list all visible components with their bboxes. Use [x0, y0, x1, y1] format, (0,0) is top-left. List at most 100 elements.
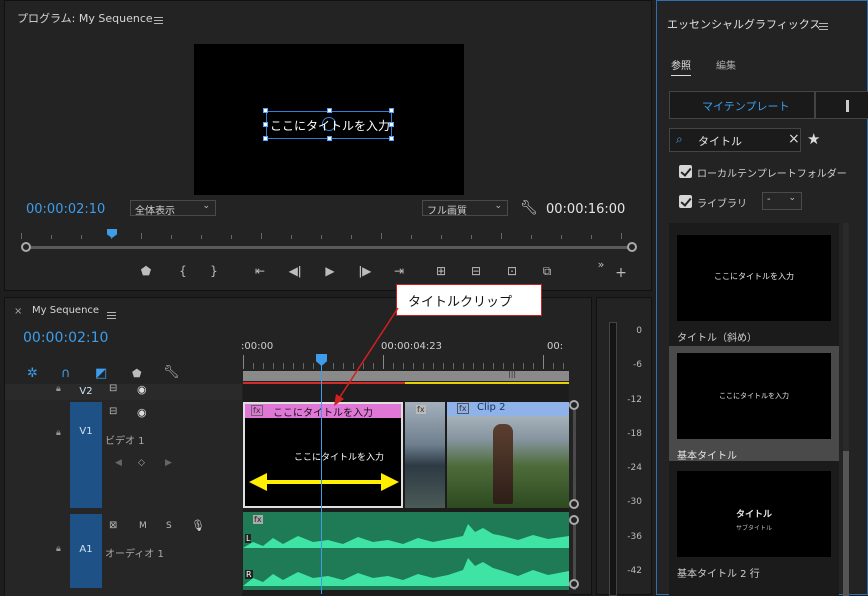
v-scroll-handle-top[interactable]: [569, 400, 579, 410]
clip1-thumbnail[interactable]: fx: [405, 402, 445, 508]
program-timecode[interactable]: 00:00:02:10: [26, 202, 105, 217]
more-controls-icon[interactable]: »: [592, 258, 610, 271]
a1-voiceover-icon[interactable]: 🎙︎: [191, 519, 205, 532]
go-to-out-icon[interactable]: ⇥: [390, 264, 408, 278]
tab-edit[interactable]: 編集: [716, 57, 736, 72]
a1-track-name: オーディオ 1: [105, 549, 164, 560]
favorite-star-icon[interactable]: ★: [807, 130, 820, 148]
step-forward-icon[interactable]: ǀ▶: [356, 264, 374, 278]
a1-mute-output-icon[interactable]: ⊠: [109, 520, 117, 531]
eg-menu-icon[interactable]: [819, 23, 828, 30]
meter-tick: -24: [627, 463, 642, 473]
library-checkbox[interactable]: [679, 195, 692, 208]
work-area-grip-icon[interactable]: |||: [508, 369, 516, 378]
audio-clip[interactable]: fx L R: [243, 512, 569, 590]
add-marker-icon[interactable]: ⬟: [132, 367, 142, 380]
work-area-bar[interactable]: [243, 371, 569, 381]
program-monitor-panel: プログラム: My Sequence ここにタイトルを入力 00:00:02:1…: [4, 0, 652, 291]
a1-mute-button[interactable]: M: [139, 521, 147, 531]
template-label-2[interactable]: 基本タイトル: [677, 447, 737, 462]
bbox-handle-tm[interactable]: [327, 108, 332, 113]
v2-sync-icon[interactable]: ⊟: [109, 383, 117, 394]
play-icon[interactable]: ▶: [321, 264, 339, 278]
search-field[interactable]: ⌕ タイトル ×: [669, 128, 801, 152]
timeline-ruler[interactable]: [243, 355, 569, 369]
template-thumb-2[interactable]: ここにタイトルを入力: [677, 353, 831, 439]
duration-arrow: [249, 473, 399, 491]
mark-out-icon[interactable]: }: [205, 264, 223, 278]
bbox-handle-tl[interactable]: [263, 108, 268, 113]
template-thumb-3[interactable]: タイトル サブタイトル: [677, 471, 831, 557]
timeline-title[interactable]: My Sequence: [32, 305, 99, 316]
fx-badge[interactable]: fx: [416, 405, 426, 414]
track-v2-label[interactable]: V2: [70, 384, 102, 400]
adobe-stock-tab[interactable]: [815, 91, 868, 119]
lock-icon[interactable]: 🔒︎: [56, 544, 61, 554]
add-button-icon[interactable]: +: [612, 265, 630, 281]
quality-select[interactable]: フル画質 ⌄: [422, 200, 508, 217]
zoom-select[interactable]: 全体表示 ⌄: [130, 200, 216, 217]
go-to-in-icon[interactable]: ⇤: [251, 264, 269, 278]
program-scrollbar[interactable]: [27, 246, 633, 249]
keyframe-add-icon[interactable]: ◇: [138, 458, 145, 468]
program-video-frame[interactable]: ここにタイトルを入力: [194, 44, 464, 195]
track-a1-label[interactable]: A1: [70, 514, 102, 588]
program-monitor-title[interactable]: プログラム: My Sequence: [17, 10, 153, 26]
chevron-down-icon: ⌄: [494, 201, 502, 211]
v1-sync-icon[interactable]: ⊟: [109, 406, 117, 417]
a-scroll-handle-bottom[interactable]: [569, 579, 579, 589]
keyframe-next-icon[interactable]: ▶: [165, 458, 172, 468]
snap-icon[interactable]: ∩: [61, 366, 71, 381]
a1-solo-button[interactable]: S: [166, 521, 172, 531]
clear-search-icon[interactable]: ×: [788, 131, 800, 147]
mark-in-icon[interactable]: {: [174, 264, 192, 278]
a-scroll-handle-top[interactable]: [569, 515, 579, 525]
scroll-handle-left[interactable]: [21, 242, 31, 252]
fx-badge[interactable]: fx: [251, 405, 263, 416]
compare-view-icon[interactable]: ⧉: [538, 264, 556, 279]
local-folder-checkbox[interactable]: [679, 165, 692, 178]
my-templates-button[interactable]: マイテンプレート: [669, 91, 815, 119]
clip2[interactable]: fx Clip 2: [447, 402, 569, 508]
linked-selection-icon[interactable]: ◩: [95, 366, 107, 381]
v2-eye-icon[interactable]: ◉: [137, 383, 147, 396]
lock-icon[interactable]: 🔒︎: [56, 428, 61, 438]
meter-bar: [609, 322, 617, 596]
lock-icon[interactable]: 🔒︎: [56, 384, 61, 394]
audio-waveform-l: [243, 524, 569, 548]
local-folder-label: ローカルテンプレートフォルダー: [697, 169, 847, 180]
bbox-handle-bl[interactable]: [263, 136, 268, 141]
timeline-menu-icon[interactable]: [107, 312, 116, 319]
v-scroll-track[interactable]: [573, 402, 576, 508]
export-frame-icon[interactable]: ⊡: [503, 264, 521, 278]
timeline-close-icon[interactable]: ×: [14, 306, 22, 317]
fx-badge[interactable]: fx: [457, 403, 469, 414]
bbox-handle-bm[interactable]: [327, 136, 332, 141]
wrench-icon[interactable]: 🔧︎: [520, 200, 538, 216]
extract-icon[interactable]: ⊟: [467, 264, 485, 278]
timeline-playhead-line: [321, 364, 322, 594]
step-back-icon[interactable]: ◀ǀ: [286, 264, 304, 278]
keyframe-prev-icon[interactable]: ◀: [115, 458, 122, 468]
template-thumb-1[interactable]: ここにタイトルを入力: [677, 235, 831, 321]
template-label-1[interactable]: タイトル（斜め）: [677, 329, 757, 344]
bbox-handle-br[interactable]: [389, 136, 394, 141]
program-menu-icon[interactable]: [154, 17, 163, 24]
track-v1-label[interactable]: V1: [70, 402, 102, 508]
bbox-handle-tr[interactable]: [389, 108, 394, 113]
v1-eye-icon[interactable]: ◉: [137, 406, 147, 419]
library-select[interactable]: - ⌄: [762, 192, 802, 210]
callout-text: タイトルクリップ: [408, 295, 513, 310]
scroll-handle-right[interactable]: [627, 242, 637, 252]
template-label-3[interactable]: 基本タイトル 2 行: [677, 565, 760, 580]
marker-icon[interactable]: ⬟: [137, 264, 155, 278]
timeline-timecode[interactable]: 00:00:02:10: [23, 330, 108, 346]
v-scroll-handle-bottom[interactable]: [569, 499, 579, 509]
tab-browse[interactable]: 参照: [671, 57, 691, 76]
lift-icon[interactable]: ⊞: [432, 264, 450, 278]
timeline-settings-icon[interactable]: 🔧︎: [163, 365, 180, 380]
template-list-scroll-thumb[interactable]: [843, 451, 849, 596]
essential-graphics-title[interactable]: エッセンシャルグラフィックス: [667, 16, 820, 32]
nest-toggle-icon[interactable]: ✲: [27, 366, 38, 381]
template-preview-3-title: タイトル: [735, 510, 772, 520]
